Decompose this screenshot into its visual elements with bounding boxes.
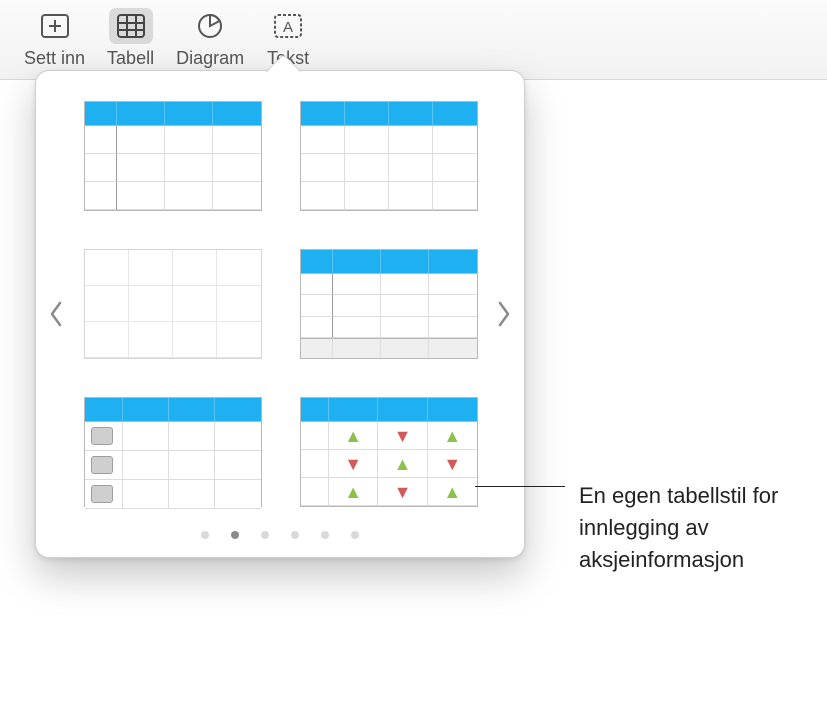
callout-leader-line <box>475 486 565 487</box>
toolbar: Sett inn Tabell Diagram A Tekst <box>0 0 827 80</box>
page-dot[interactable] <box>291 531 299 539</box>
next-page-button[interactable] <box>490 284 518 344</box>
triangle-up-icon: ▲ <box>378 450 427 478</box>
table-style-stocks[interactable]: ▲▼▲ ▼▲▼ ▲▼▲ <box>300 397 478 507</box>
toolbar-label: Tabell <box>107 48 154 69</box>
callout-text: En egen tabellstil for innlegging av aks… <box>579 480 809 576</box>
checkbox-icon <box>91 427 113 445</box>
table-style-header-only[interactable] <box>300 101 478 211</box>
triangle-up-icon: ▲ <box>329 478 378 506</box>
table-style-plain-grid[interactable] <box>84 249 262 359</box>
callout: En egen tabellstil for innlegging av aks… <box>475 480 809 576</box>
table-preview <box>84 101 262 211</box>
table-style-header-footer[interactable] <box>300 249 478 359</box>
table-style-grid: ▲▼▲ ▼▲▼ ▲▼▲ <box>84 101 476 507</box>
checkbox-icon <box>91 456 113 474</box>
table-style-checklist[interactable] <box>84 397 262 507</box>
chart-icon <box>188 8 232 44</box>
page-indicator <box>84 531 476 539</box>
insert-icon <box>33 8 77 44</box>
toolbar-item-chart[interactable]: Diagram <box>176 8 244 69</box>
checkbox-icon <box>91 485 113 503</box>
table-icon <box>109 8 153 44</box>
page-dot[interactable] <box>201 531 209 539</box>
prev-page-button[interactable] <box>42 284 70 344</box>
table-style-header-rowcolumn[interactable] <box>84 101 262 211</box>
table-preview <box>300 101 478 211</box>
table-preview <box>300 249 478 359</box>
text-icon: A <box>266 8 310 44</box>
page-dot[interactable] <box>261 531 269 539</box>
triangle-up-icon: ▲ <box>329 422 378 450</box>
triangle-down-icon: ▼ <box>378 478 427 506</box>
popover-panel: ▲▼▲ ▼▲▼ ▲▼▲ <box>35 70 525 558</box>
triangle-down-icon: ▼ <box>428 450 477 478</box>
triangle-down-icon: ▼ <box>378 422 427 450</box>
triangle-down-icon: ▼ <box>329 450 378 478</box>
toolbar-item-table[interactable]: Tabell <box>107 8 154 69</box>
toolbar-label: Diagram <box>176 48 244 69</box>
page-dot[interactable] <box>231 531 239 539</box>
table-preview <box>84 249 262 359</box>
toolbar-label: Sett inn <box>24 48 85 69</box>
page-dot[interactable] <box>351 531 359 539</box>
page-dot[interactable] <box>321 531 329 539</box>
svg-text:A: A <box>283 19 293 36</box>
triangle-up-icon: ▲ <box>428 422 477 450</box>
table-preview: ▲▼▲ ▼▲▼ ▲▼▲ <box>300 397 478 507</box>
table-style-popover: ▲▼▲ ▼▲▼ ▲▼▲ <box>35 70 525 558</box>
triangle-up-icon: ▲ <box>428 478 477 506</box>
toolbar-item-insert[interactable]: Sett inn <box>24 8 85 69</box>
table-preview <box>84 397 262 507</box>
